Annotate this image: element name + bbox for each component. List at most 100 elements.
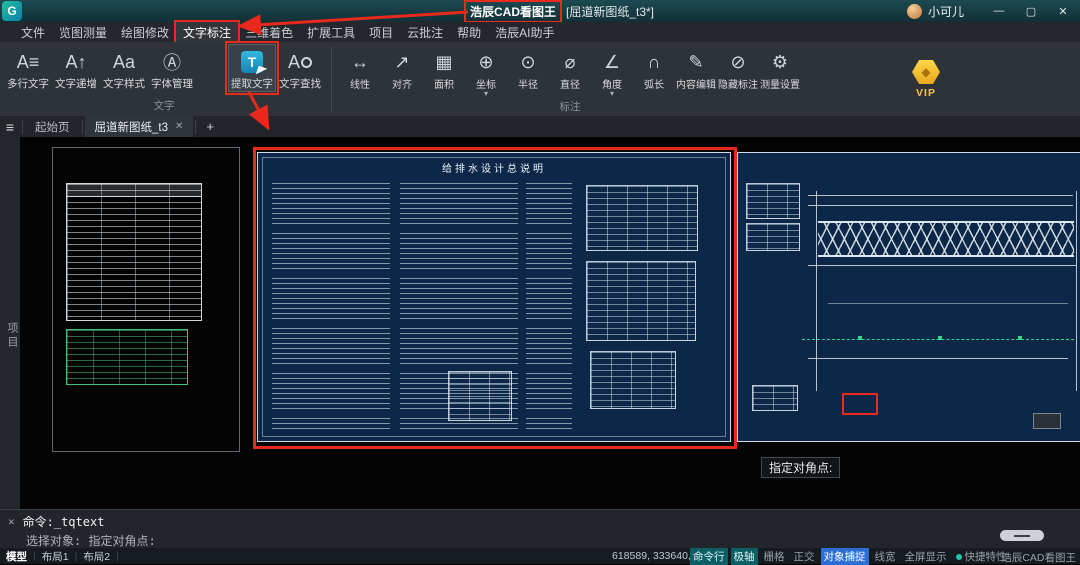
- diameter-icon: ⌀: [564, 51, 576, 72]
- dimension-line: [808, 205, 1073, 206]
- new-tab-button[interactable]: +: [198, 119, 222, 134]
- project-panel-tab[interactable]: 项目: [4, 322, 20, 350]
- command-close-icon[interactable]: ✕: [8, 515, 15, 528]
- layout-tab-2[interactable]: 布局2: [83, 549, 110, 564]
- group-label-annotation: 标注: [559, 101, 581, 113]
- plan-line: [808, 265, 1076, 266]
- menu-project[interactable]: 项目: [362, 22, 400, 43]
- menu-view-measure[interactable]: 览图测量: [52, 22, 114, 43]
- menu-3d-shading[interactable]: 三维着色: [238, 22, 300, 43]
- extract-text-button[interactable]: T 提取文字: [225, 41, 279, 95]
- radius-icon: ⊙: [520, 51, 536, 72]
- menu-bar: 文件 览图测量 绘图修改 文字标注 三维着色 扩展工具 项目 云批注 帮助 浩辰…: [0, 19, 1080, 45]
- text-column: [272, 183, 390, 431]
- green-marker: [938, 336, 942, 340]
- command-history-line: 选择对象: 指定对角点:: [26, 534, 156, 548]
- layout-tab-1[interactable]: 布局1: [42, 549, 69, 564]
- menu-text-annotation[interactable]: 文字标注: [174, 19, 241, 45]
- toggle-lineweight[interactable]: 线宽: [872, 548, 899, 565]
- tab-start-page[interactable]: 起始页: [25, 116, 80, 138]
- plan-line: [816, 191, 817, 391]
- measure-settings-button[interactable]: ⚙ 测量设置: [759, 44, 801, 92]
- menu-help[interactable]: 帮助: [450, 22, 488, 43]
- status-dot-icon: [955, 553, 962, 560]
- aligned-dim-button[interactable]: ↗ 对齐: [381, 44, 423, 92]
- area-icon: ▦: [435, 51, 453, 72]
- text-find-button[interactable]: A 文字查找: [276, 44, 324, 92]
- drawing-canvas[interactable]: 给排水设计总说明: [20, 137, 1080, 510]
- vip-hexagon-icon: [912, 60, 940, 84]
- drawing-subtable: [586, 261, 696, 341]
- chevron-down-icon[interactable]: ▾: [610, 90, 614, 98]
- tab-separator: [22, 119, 23, 134]
- truss-hatch-band: [818, 221, 1074, 257]
- hamburger-menu-icon[interactable]: ≡: [0, 119, 20, 135]
- text-style-icon: Aa: [112, 51, 136, 72]
- multiline-text-button[interactable]: A≡ 多行文字: [4, 44, 52, 92]
- menu-file[interactable]: 文件: [14, 22, 52, 43]
- app-logo-icon: [2, 1, 22, 21]
- hide-annotation-button[interactable]: ⊘ 隐藏标注: [717, 44, 759, 92]
- plan-line: [808, 358, 1068, 359]
- font-manage-button[interactable]: Ⓐ 字体管理: [148, 44, 196, 92]
- font-manage-icon: Ⓐ: [163, 53, 181, 73]
- menu-extended-tools[interactable]: 扩展工具: [300, 22, 362, 43]
- cursor-prompt-tooltip: 指定对角点:: [761, 457, 841, 478]
- command-line[interactable]: 命令:_tqtext: [23, 513, 105, 530]
- cursor-coordinates: 618589, 333640, 0: [612, 550, 700, 562]
- red-mini-box: [842, 393, 878, 415]
- text-increment-icon: A↑: [65, 51, 87, 72]
- arc-length-icon: ∩: [647, 51, 661, 72]
- toggle-fullscreen[interactable]: 全屏显示: [902, 548, 950, 565]
- maximize-icon[interactable]: ▢: [1018, 0, 1044, 22]
- hide-annotation-icon: ⊘: [730, 51, 746, 72]
- sheet-right: [737, 152, 1080, 442]
- tab-drawing[interactable]: 屈道新图纸_t3 ✕: [84, 115, 194, 138]
- toggle-command-line[interactable]: 命令行: [690, 547, 728, 565]
- text-find-icon: A: [288, 48, 312, 76]
- diameter-button[interactable]: ⌀ 直径: [549, 44, 591, 92]
- ribbon-group-annotation: ↔ 线性 ↗ 对齐 ▦ 面积 ⊕ 坐标 ▾ ⊙ 半径 ⌀ 直径 ∠ 角度 ▾ ∩…: [335, 42, 805, 116]
- tab-separator: [81, 119, 83, 134]
- radius-button[interactable]: ⊙ 半径: [507, 44, 549, 92]
- chevron-down-icon[interactable]: ▾: [484, 90, 488, 98]
- text-style-button[interactable]: Aa 文字样式: [100, 44, 148, 92]
- ribbon-separator: [331, 47, 332, 111]
- toggle-polar[interactable]: 极轴: [730, 547, 758, 565]
- menu-ai-assistant[interactable]: 浩辰AI助手: [488, 22, 561, 43]
- title-bar: 浩辰CAD看图王 [屈道新图纸_t3*] 小可儿 — ▢ ✕: [0, 0, 1080, 23]
- tab-separator: [195, 119, 197, 134]
- panel-collapse-handle[interactable]: [1000, 530, 1044, 541]
- text-increment-button[interactable]: A↑ 文字递增: [52, 44, 100, 92]
- close-icon[interactable]: ✕: [1050, 0, 1076, 22]
- aligned-dim-icon: ↗: [394, 51, 410, 72]
- layout-tab-model[interactable]: 模型: [6, 549, 27, 564]
- content-edit-button[interactable]: ✎ 内容编辑: [675, 44, 717, 92]
- vip-badge[interactable]: VIP: [912, 42, 940, 116]
- angle-button[interactable]: ∠ 角度 ▾: [591, 44, 633, 98]
- menu-draw-modify[interactable]: 绘图修改: [114, 22, 176, 43]
- arc-length-button[interactable]: ∩ 弧长: [633, 44, 675, 92]
- minimize-icon[interactable]: —: [986, 0, 1012, 22]
- coordinate-button[interactable]: ⊕ 坐标 ▾: [465, 44, 507, 98]
- measure-settings-icon: ⚙: [771, 51, 789, 72]
- user-name[interactable]: 小可儿: [928, 3, 964, 20]
- linear-dim-icon: ↔: [351, 51, 369, 72]
- green-marker: [858, 336, 862, 340]
- tab-close-icon[interactable]: ✕: [175, 121, 183, 132]
- command-panel[interactable]: ✕ 命令:_tqtext 选择对象: 指定对角点:: [0, 509, 1080, 548]
- document-tab-bar: ≡ 起始页 屈道新图纸_t3 ✕ +: [0, 115, 1080, 138]
- group-label-text: 文字: [153, 100, 175, 112]
- toggle-ortho[interactable]: 正交: [791, 548, 818, 565]
- dimension-line: [808, 195, 1073, 196]
- coordinate-icon: ⊕: [478, 51, 494, 72]
- toggle-grid[interactable]: 栅格: [761, 548, 788, 565]
- detail-box: [1033, 413, 1061, 429]
- toggle-object-snap[interactable]: 对象捕捉: [820, 547, 869, 565]
- status-bar: 模型 | 布局1 | 布局2 | 618589, 333640, 0 命令行 极…: [0, 547, 1080, 565]
- ribbon: A≡ 多行文字 A↑ 文字递增 Aa 文字样式 Ⓐ 字体管理 T 提取文字 A …: [0, 41, 1080, 117]
- linear-dim-button[interactable]: ↔ 线性: [339, 44, 381, 92]
- avatar[interactable]: [906, 3, 922, 19]
- area-button[interactable]: ▦ 面积: [423, 44, 465, 92]
- menu-cloud-markup[interactable]: 云批注: [400, 22, 450, 43]
